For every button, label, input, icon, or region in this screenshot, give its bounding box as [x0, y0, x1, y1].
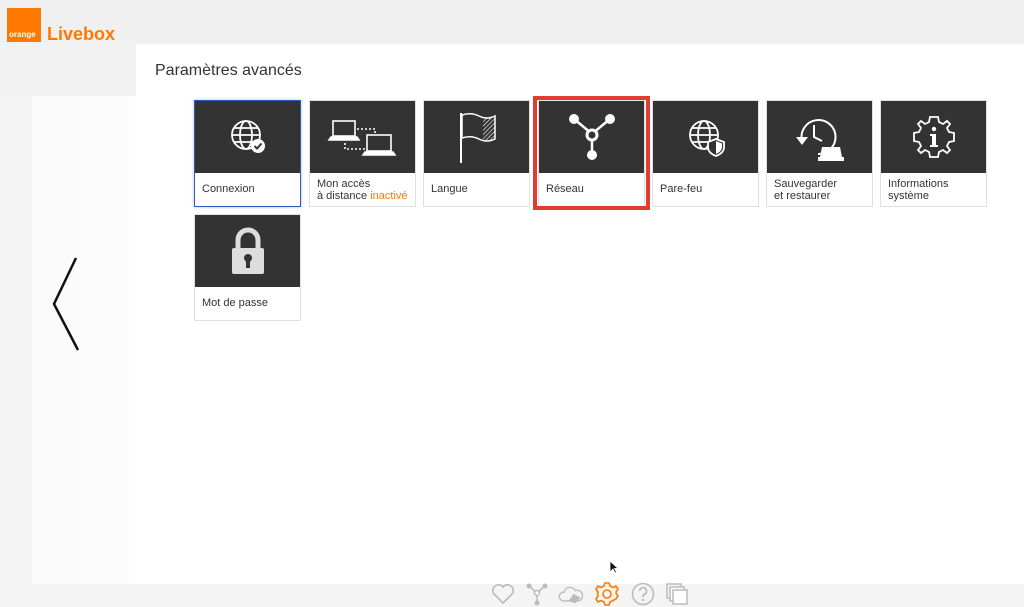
globe-shield-icon — [688, 120, 725, 157]
tile-label-text: Réseau — [546, 183, 584, 195]
tile-mot-de-passe[interactable]: Mot de passe — [194, 214, 301, 321]
tile-label-text: Mot de passe — [202, 297, 269, 309]
tile-remote-access[interactable]: Mon accès à distance inactivé — [309, 100, 416, 207]
tile-label-line2: et restaurer — [774, 189, 831, 202]
backup-restore-icon — [795, 119, 844, 161]
tile-motdepasse-image — [195, 215, 300, 287]
tile-langue-label: Langue — [424, 173, 529, 196]
logo-text: orange — [9, 30, 36, 39]
padlock-icon — [231, 227, 264, 274]
tile-label-line1: Sauvegarder — [774, 178, 837, 190]
tile-parefeu-image — [653, 101, 758, 173]
tile-informations-label: Informations système — [881, 173, 986, 202]
tile-sauvegarder-image — [767, 101, 872, 173]
network-nodes-icon — [568, 114, 615, 160]
windows-icon[interactable] — [664, 581, 690, 607]
header-bar: orange Livebox — [0, 0, 1024, 44]
network-icon[interactable] — [524, 581, 550, 607]
tile-sauvegarder-label: Sauvegarder et restaurer — [767, 173, 872, 202]
product-name: Livebox — [47, 24, 116, 44]
tile-motdepasse-label: Mot de passe — [195, 287, 300, 310]
tile-reseau-label: Réseau — [539, 173, 644, 196]
heart-icon[interactable] — [490, 581, 516, 607]
tile-langue-image — [424, 101, 529, 173]
status-inactive: inactivé — [370, 189, 408, 202]
tile-reseau-image — [539, 101, 644, 173]
tile-sauvegarder[interactable]: Sauvegarder et restaurer — [766, 100, 873, 207]
tile-label-line1: Informations — [888, 178, 949, 190]
page-title: Paramètres avancés — [155, 62, 302, 79]
tile-remote-label: Mon accès à distance inactivé — [310, 173, 415, 202]
help-icon[interactable] — [630, 581, 656, 607]
back-arrow-icon[interactable] — [48, 254, 84, 354]
flag-icon — [459, 112, 496, 163]
info-gear-icon — [912, 116, 955, 158]
tile-label-text: Langue — [431, 183, 468, 195]
tile-remote-image — [310, 101, 415, 173]
tile-connexion-image — [195, 101, 300, 173]
mouse-cursor-icon — [609, 560, 619, 574]
globe-check-icon — [230, 120, 265, 153]
tile-parefeu-label: Pare-feu — [653, 173, 758, 196]
tile-langue[interactable]: Langue — [423, 100, 530, 207]
tile-reseau[interactable]: Réseau — [538, 100, 645, 207]
cloud-icon[interactable] — [558, 581, 584, 607]
tile-label-text: Connexion — [202, 183, 255, 195]
remote-computers-icon — [327, 120, 396, 156]
tile-informations-image — [881, 101, 986, 173]
tile-connexion[interactable]: Connexion — [194, 100, 301, 207]
main-content: Paramètres avancés Connexion Mon accès à… — [136, 44, 1024, 584]
left-strip — [0, 96, 32, 607]
tile-pare-feu[interactable]: Pare-feu — [652, 100, 759, 207]
tile-label-line2: système — [888, 189, 929, 202]
orange-logo[interactable]: orange — [7, 8, 41, 42]
tile-label-text: à distance — [317, 189, 368, 202]
bottom-dock — [490, 578, 700, 607]
settings-gear-icon[interactable] — [594, 581, 620, 607]
tile-label-line2: à distance inactivé — [317, 189, 408, 203]
tile-label-text: Pare-feu — [660, 183, 703, 195]
tile-informations[interactable]: Informations système — [880, 100, 987, 207]
tile-connexion-label: Connexion — [195, 173, 300, 196]
